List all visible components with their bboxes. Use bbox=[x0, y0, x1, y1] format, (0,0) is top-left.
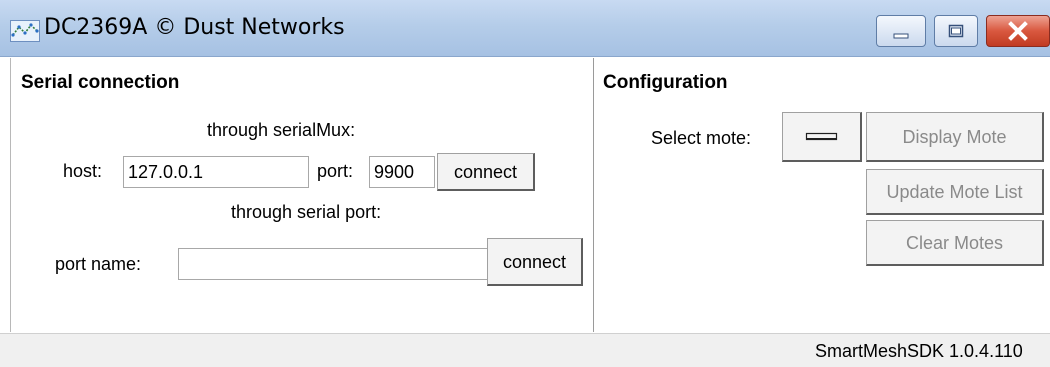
port-name-input[interactable] bbox=[178, 248, 488, 280]
maximize-icon bbox=[948, 24, 964, 38]
host-label: host: bbox=[63, 161, 103, 181]
serialmux-caption: through serialMux: bbox=[207, 120, 356, 140]
host-input[interactable]: 127.0.0.1 bbox=[123, 156, 309, 188]
select-mote-label: Select mote: bbox=[651, 128, 752, 148]
close-icon bbox=[1008, 21, 1028, 41]
serial-port-caption: through serial port: bbox=[231, 202, 382, 222]
serial-connection-panel: Serial connection through serialMux: hos… bbox=[10, 58, 594, 332]
serialmux-connect-button[interactable]: connect bbox=[437, 153, 535, 191]
close-button[interactable] bbox=[986, 15, 1050, 47]
dropdown-indicator-icon bbox=[805, 132, 838, 141]
title-bar[interactable]: DC2369A © Dust Networks bbox=[0, 0, 1050, 57]
app-network-icon bbox=[10, 20, 40, 42]
maximize-button[interactable] bbox=[934, 15, 978, 47]
serial-port-connect-button[interactable]: connect bbox=[487, 238, 583, 286]
port-name-label: port name: bbox=[55, 254, 142, 274]
window-title: DC2369A © Dust Networks bbox=[44, 15, 345, 40]
display-mote-button[interactable]: Display Mote bbox=[866, 112, 1044, 162]
update-mote-list-button[interactable]: Update Mote List bbox=[866, 169, 1044, 215]
clear-motes-button[interactable]: Clear Motes bbox=[866, 220, 1044, 266]
select-mote-dropdown[interactable] bbox=[782, 112, 862, 162]
port-input[interactable]: 9900 bbox=[369, 156, 435, 188]
serial-connection-title: Serial connection bbox=[21, 72, 180, 93]
status-bar: SmartMeshSDK 1.0.4.110 bbox=[0, 333, 1050, 367]
minimize-button[interactable] bbox=[876, 15, 926, 47]
sdk-version-label: SmartMeshSDK 1.0.4.110 bbox=[815, 341, 1023, 361]
minimize-icon bbox=[893, 33, 909, 39]
port-label: port: bbox=[317, 161, 354, 181]
configuration-title: Configuration bbox=[603, 72, 728, 93]
